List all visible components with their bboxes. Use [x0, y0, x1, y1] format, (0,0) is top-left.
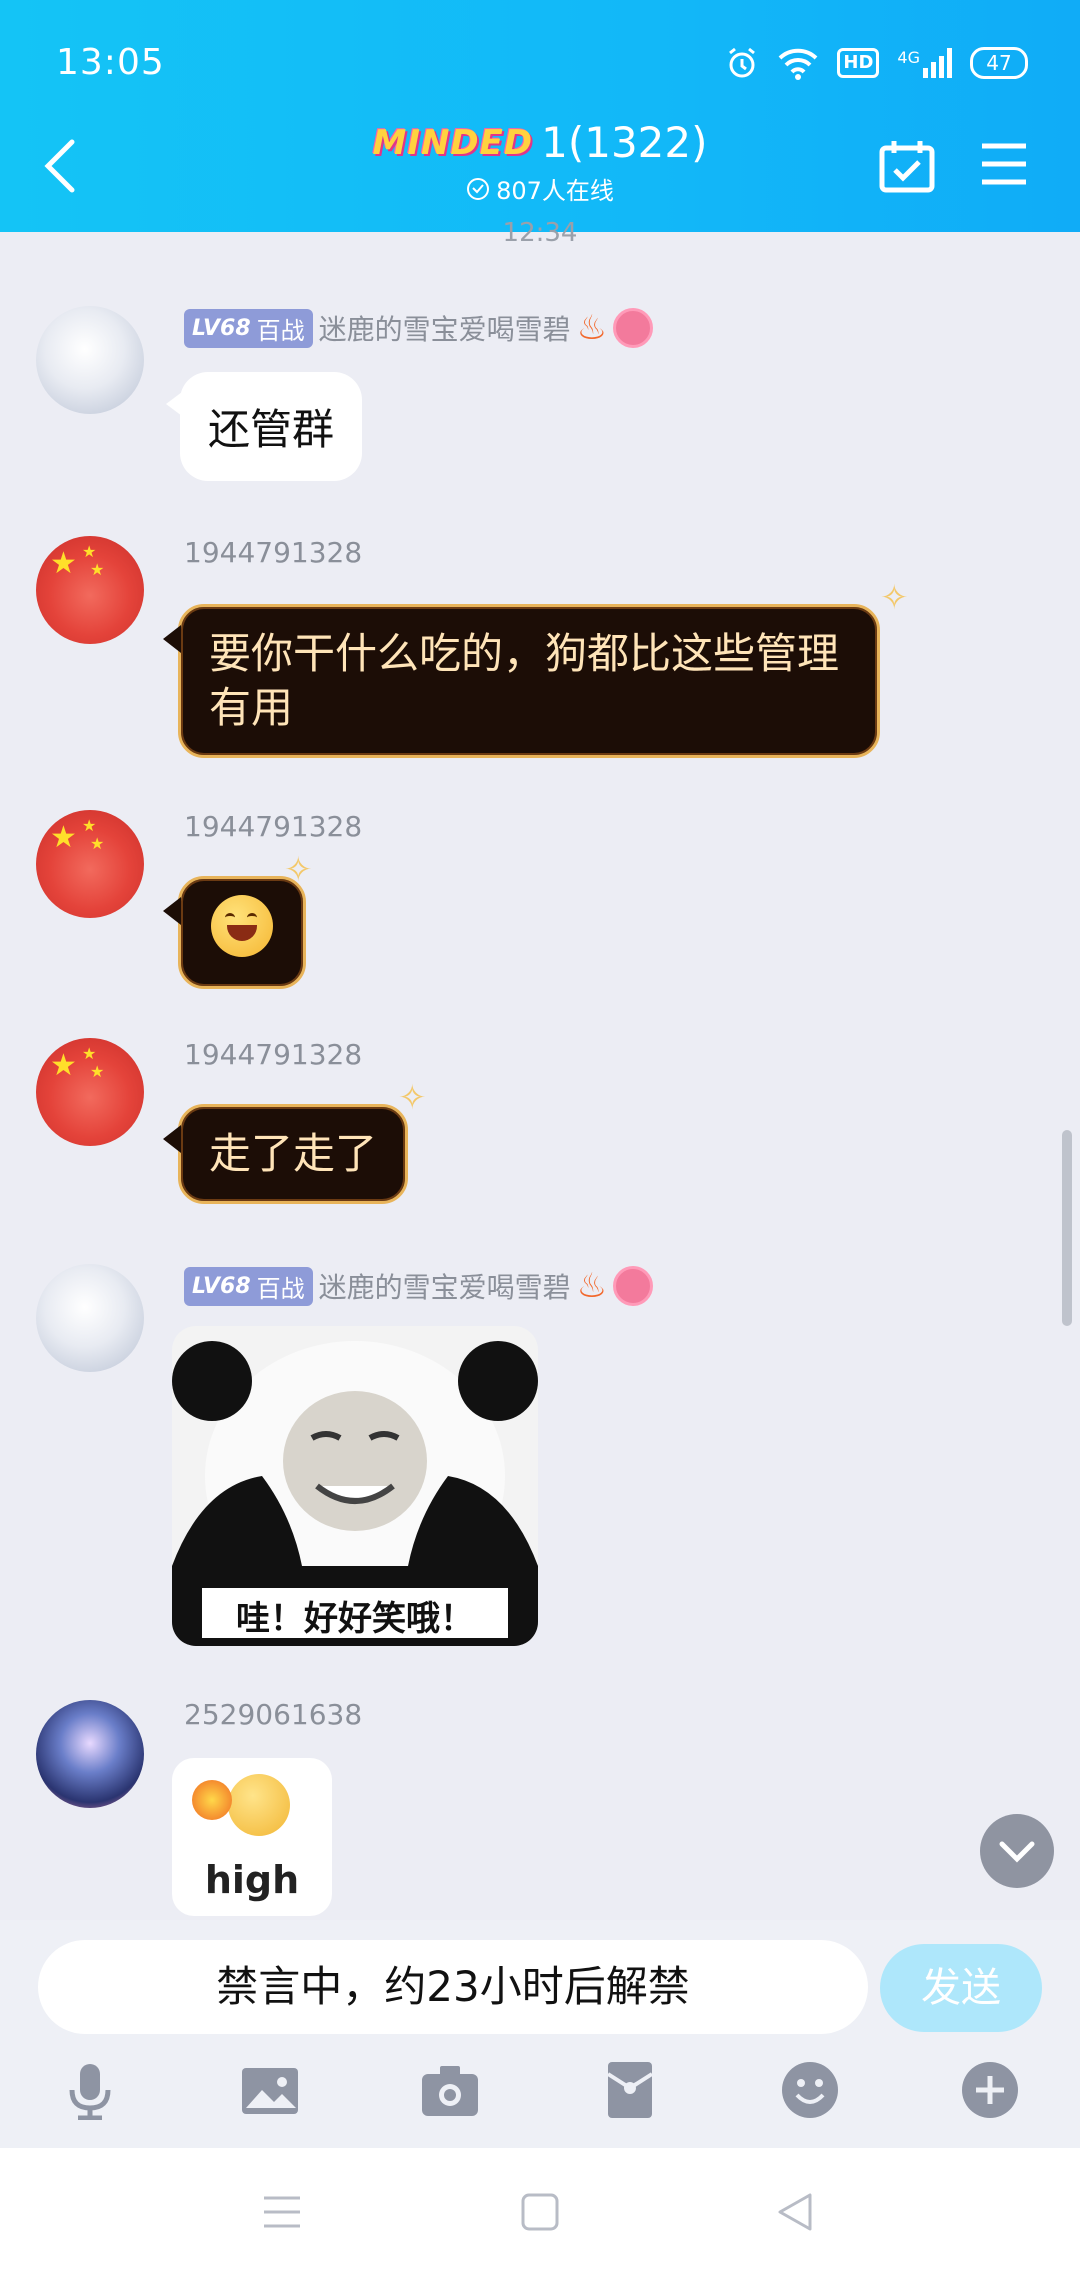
flower-icon	[613, 1266, 654, 1306]
message-timestamp: 12:34	[502, 218, 578, 248]
sender-name[interactable]: 1944791328	[184, 536, 362, 569]
sticker-caption: 哇！好好笑哦！	[236, 1599, 474, 1639]
red-packet-icon[interactable]	[600, 2060, 660, 2120]
status-bar: 13:05 HD 4G 47	[0, 0, 1080, 130]
recent-apps-icon[interactable]	[262, 2192, 302, 2232]
wifi-icon	[779, 48, 818, 80]
menu-icon[interactable]	[980, 142, 1028, 186]
sparkle-icon: ✧	[284, 850, 313, 890]
message-bubble[interactable]: 要你干什么吃的，狗都比这些管理有用	[163, 604, 880, 758]
input-bar: 禁言中，约23小时后解禁 发送	[0, 1920, 1080, 2148]
scroll-to-bottom-button[interactable]	[980, 1814, 1054, 1888]
avatar[interactable]	[36, 306, 144, 414]
sender-meta: LV68 百战 迷鹿的雪宝爱喝雪碧 ♨	[184, 1266, 654, 1306]
fire-icon: ♨	[576, 308, 608, 348]
flower-icon	[613, 308, 654, 348]
sender-meta: LV68 百战 迷鹿的雪宝爱喝雪碧 ♨	[184, 308, 654, 348]
camera-icon[interactable]	[420, 2060, 480, 2120]
plus-icon[interactable]	[960, 2060, 1020, 2120]
calendar-check-icon[interactable]	[878, 138, 936, 194]
level-badge: LV68 百战	[184, 1266, 313, 1306]
status-time: 13:05	[56, 42, 165, 83]
avatar[interactable]: ★ ★ ★	[36, 536, 144, 644]
hd-icon: HD	[837, 48, 880, 78]
avatar[interactable]: ★ ★ ★	[36, 810, 144, 918]
message-input[interactable]: 禁言中，约23小时后解禁	[38, 1940, 868, 2034]
avatar[interactable]: ★ ★ ★	[36, 1038, 144, 1146]
sparkle-icon: ✧	[880, 578, 909, 618]
laughing-emoji-icon	[211, 895, 273, 957]
header: 13:05 HD 4G 47 MINDED 1(1322) 807人在线	[0, 0, 1080, 232]
microphone-icon[interactable]	[60, 2060, 120, 2120]
group-title: 1(1322)	[541, 118, 708, 167]
avatar[interactable]	[36, 1700, 144, 1808]
check-circle-icon	[467, 177, 490, 200]
avatar[interactable]	[36, 1264, 144, 1372]
sender-name[interactable]: 1944791328	[184, 1038, 362, 1071]
message-bubble[interactable]: 还管群	[165, 372, 363, 481]
send-button[interactable]: 发送	[880, 1944, 1042, 2032]
sender-name[interactable]: 迷鹿的雪宝爱喝雪碧	[319, 1266, 571, 1306]
sticker-fire-icon	[192, 1780, 232, 1820]
message-bubble[interactable]: 走了走了	[162, 1104, 409, 1204]
sender-name[interactable]: 2529061638	[184, 1698, 362, 1731]
system-nav-bar	[0, 2148, 1080, 2280]
group-logo: MINDED	[372, 122, 534, 163]
signal-icon: 4G	[897, 48, 952, 78]
chevron-down-icon	[999, 1841, 1035, 1863]
sparkle-icon: ✧	[398, 1078, 427, 1118]
level-badge: LV68 百战	[184, 308, 313, 348]
network-type: 4G	[897, 48, 920, 67]
high-sticker[interactable]: high	[172, 1758, 332, 1916]
sticker-emoji-icon	[228, 1774, 290, 1836]
sticker-caption: high	[204, 1858, 300, 1902]
image-icon[interactable]	[240, 2060, 300, 2120]
battery-icon: 47	[970, 47, 1028, 79]
sender-name[interactable]: 1944791328	[184, 810, 362, 843]
home-icon[interactable]	[520, 2192, 560, 2232]
sender-name[interactable]: 迷鹿的雪宝爱喝雪碧	[319, 308, 571, 348]
panda-meme-sticker[interactable]: 哇！好好笑哦！	[172, 1326, 538, 1646]
scrollbar[interactable]	[1062, 1130, 1072, 1326]
emoji-icon[interactable]	[780, 2060, 840, 2120]
status-icons: HD 4G 47	[725, 46, 1028, 80]
message-bubble[interactable]	[163, 876, 306, 989]
back-nav-icon[interactable]	[776, 2192, 816, 2232]
alarm-icon	[729, 47, 756, 78]
fire-icon: ♨	[576, 1266, 608, 1306]
